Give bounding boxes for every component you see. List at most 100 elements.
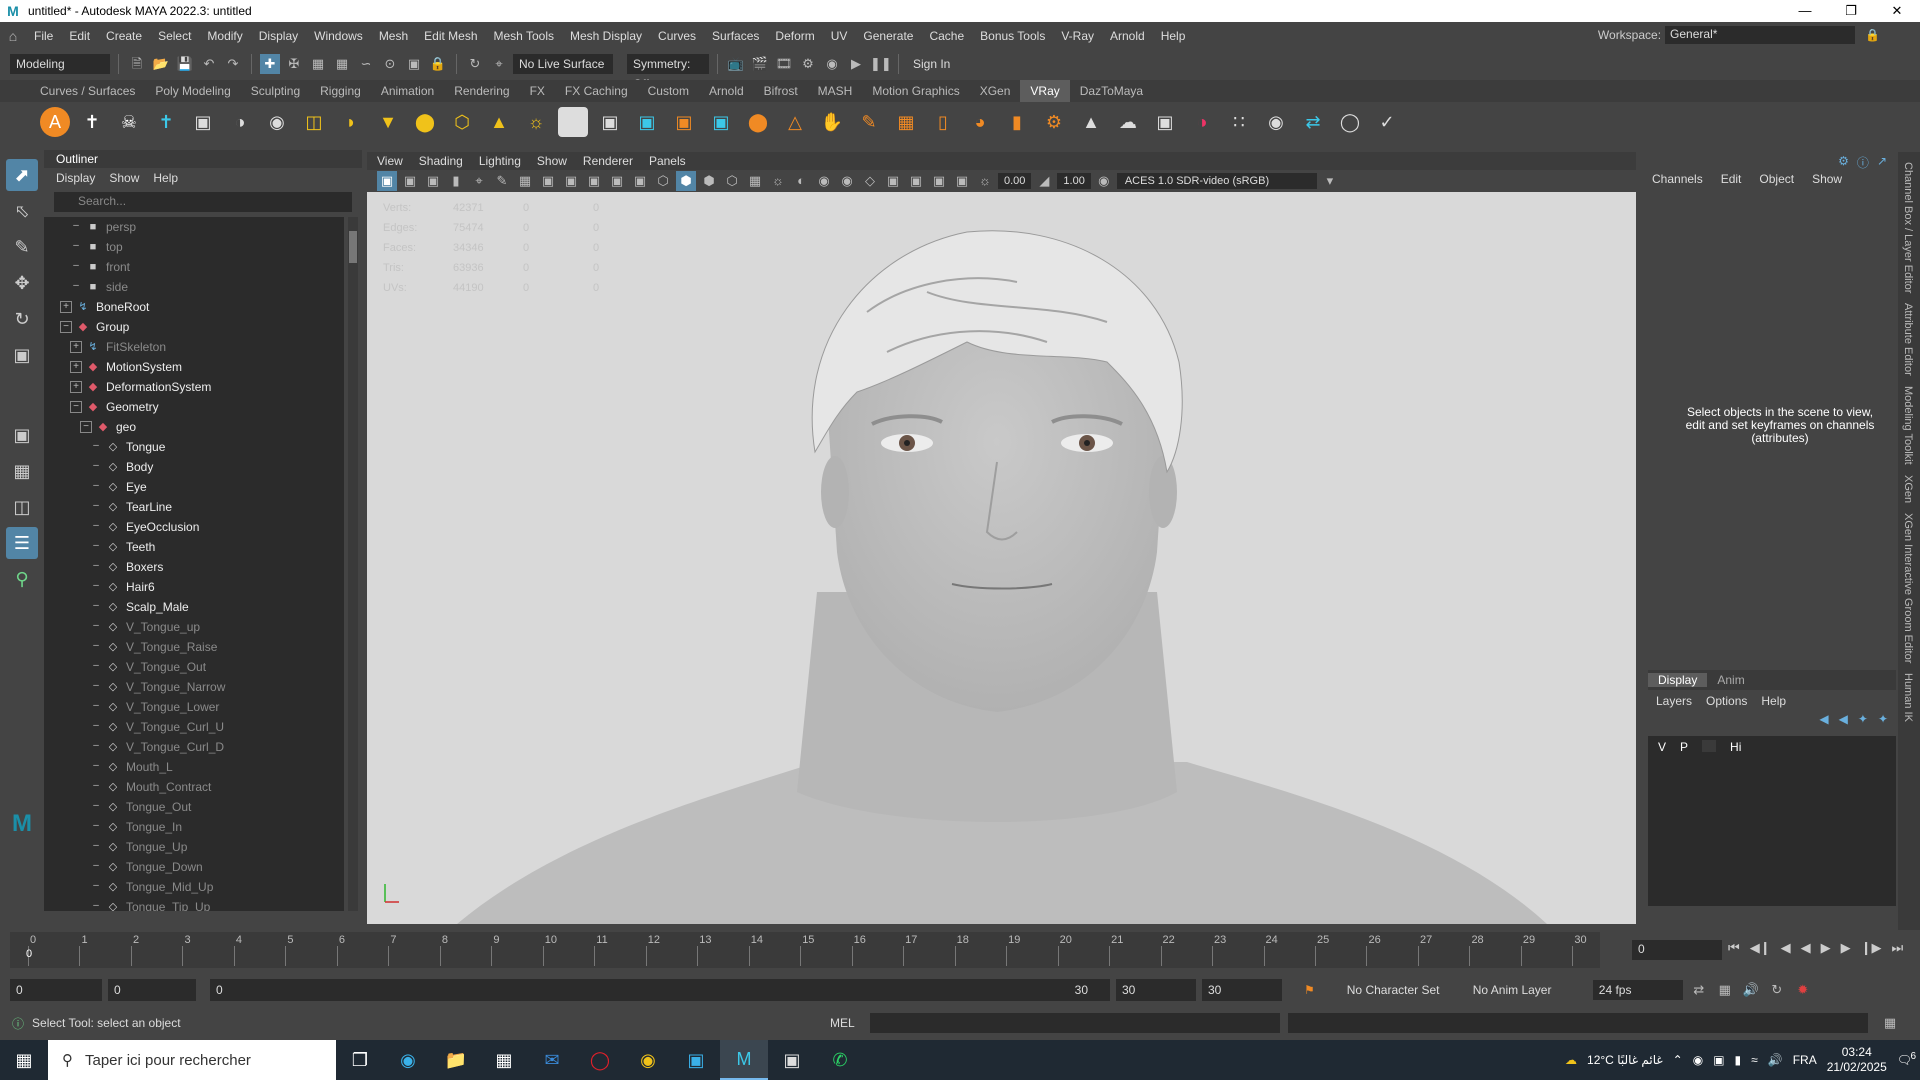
channel-box-help-icon[interactable]: ⓘ xyxy=(1857,154,1869,171)
weather-icon[interactable]: ☁ xyxy=(1565,1053,1577,1067)
go-to-start-icon[interactable]: ⏮ xyxy=(1728,940,1740,956)
sign-in-button[interactable]: Sign In xyxy=(907,54,1017,74)
vray-orange-sphere-icon[interactable]: ⬤ xyxy=(743,107,773,137)
new-layer-selected-icon[interactable]: ✦ xyxy=(1878,712,1888,726)
shelf-tab-rigging[interactable]: Rigging xyxy=(310,80,371,102)
vray-barrel-icon[interactable]: ▯ xyxy=(928,107,958,137)
smooth-shade-icon[interactable]: ⬢ xyxy=(676,171,696,191)
vray-render-elements-icon[interactable]: ▣ xyxy=(669,107,699,137)
vray-sphere-icon[interactable]: ◉ xyxy=(262,107,292,137)
vray-bulb-icon[interactable]: ◯ xyxy=(1335,107,1365,137)
vray-displacement-icon[interactable]: ▣ xyxy=(632,107,662,137)
vray-cloud-icon[interactable]: ☁ xyxy=(1113,107,1143,137)
channel-box-tools-icon[interactable]: ⚙ xyxy=(1838,154,1849,171)
live-surface-field[interactable]: No Live Surface xyxy=(513,54,613,74)
expand-toggle-icon[interactable]: − xyxy=(80,421,92,433)
outliner-item[interactable]: – ◇ V_Tongue_Raise xyxy=(44,637,344,657)
vray-plane-light-icon[interactable]: ▼ xyxy=(373,107,403,137)
rotate-tool-icon[interactable]: ↻ xyxy=(6,303,38,335)
vray-sphere-light-icon[interactable]: ⬤ xyxy=(410,107,440,137)
menuset-dropdown[interactable]: Modeling xyxy=(10,54,110,74)
outliner-item[interactable]: – ◇ Tongue_Tip_Up xyxy=(44,897,344,911)
edge-icon[interactable]: ◉ xyxy=(384,1040,432,1080)
ipr-render-icon[interactable]: 🎞 xyxy=(774,54,794,74)
shelf-tab-custom[interactable]: Custom xyxy=(638,80,699,102)
channelbox-menu-edit[interactable]: Edit xyxy=(1721,172,1742,186)
outliner-item[interactable]: – ◇ Mouth_Contract xyxy=(44,777,344,797)
right-tab[interactable]: Human IK xyxy=(1902,673,1914,722)
menu-mesh-display[interactable]: Mesh Display xyxy=(562,29,650,43)
menu-uv[interactable]: UV xyxy=(823,29,856,43)
vray-skull-icon[interactable]: ☠ xyxy=(114,107,144,137)
app-window-icon[interactable]: ▣ xyxy=(768,1040,816,1080)
shelf-tab-xgen[interactable]: XGen xyxy=(970,80,1021,102)
outliner-item[interactable]: − ◆ geo xyxy=(44,417,344,437)
shelf-tab-mash[interactable]: MASH xyxy=(808,80,863,102)
vray-cube-icon[interactable]: ▣ xyxy=(188,107,218,137)
outliner-item[interactable]: – ◇ V_Tongue_Curl_U xyxy=(44,717,344,737)
menu-cache[interactable]: Cache xyxy=(921,29,972,43)
close-button[interactable]: ✕ xyxy=(1874,0,1920,22)
outliner-item[interactable]: – ◇ EyeOcclusion xyxy=(44,517,344,537)
outliner-item[interactable]: – ◇ V_Tongue_Out xyxy=(44,657,344,677)
playback-start-field[interactable]: 0 xyxy=(108,979,196,1001)
image-plane-icon[interactable]: ▮ xyxy=(446,171,466,191)
channel-box-float-icon[interactable]: ↗ xyxy=(1877,154,1887,171)
film-gate-icon[interactable]: ▣ xyxy=(538,171,558,191)
anim-layer-dropdown[interactable]: No Anim Layer xyxy=(1466,980,1577,1000)
anti-aliasing-icon[interactable]: ◇ xyxy=(860,171,880,191)
grid-icon[interactable]: ▦ xyxy=(515,171,535,191)
restore-button[interactable]: ❐ xyxy=(1828,0,1874,22)
opera-icon[interactable]: ◯ xyxy=(576,1040,624,1080)
cache-icon[interactable]: ↻ xyxy=(1767,980,1787,1000)
select-camera-icon[interactable]: ▣ xyxy=(377,171,397,191)
vray-ies-light-icon[interactable]: ▲ xyxy=(484,107,514,137)
select-by-component-icon[interactable]: ▦ xyxy=(308,54,328,74)
menu-mesh-tools[interactable]: Mesh Tools xyxy=(486,29,562,43)
step-back-frame-icon[interactable]: ◀❙ xyxy=(1750,940,1771,956)
render-frame-icon[interactable]: 🎬 xyxy=(750,54,770,74)
outliner-search-input[interactable]: Search... xyxy=(54,192,352,212)
outliner-item[interactable]: + ◆ MotionSystem xyxy=(44,357,344,377)
menu-edit[interactable]: Edit xyxy=(61,29,98,43)
vray-grid-icon[interactable]: ▦ xyxy=(891,107,921,137)
single-view-icon[interactable]: ▣ xyxy=(6,419,38,451)
outliner-item[interactable]: – ◇ Tongue_Up xyxy=(44,837,344,857)
shadows-icon[interactable]: ◐ xyxy=(791,171,811,191)
gate-mask-icon[interactable]: ▣ xyxy=(584,171,604,191)
menu-create[interactable]: Create xyxy=(98,29,150,43)
menu-curves[interactable]: Curves xyxy=(650,29,704,43)
whatsapp-icon[interactable]: ✆ xyxy=(816,1040,864,1080)
make-live-icon[interactable]: ⌖ xyxy=(489,54,509,74)
xray-icon[interactable]: ▦ xyxy=(745,171,765,191)
outliner-item[interactable]: – ◇ Tongue_In xyxy=(44,817,344,837)
shelf-tab-fx[interactable]: FX xyxy=(520,80,555,102)
vray-sun-icon[interactable]: ✝ xyxy=(151,107,181,137)
shelf-tab-poly-modeling[interactable]: Poly Modeling xyxy=(145,80,240,102)
menu-mesh[interactable]: Mesh xyxy=(371,29,416,43)
right-tab[interactable]: Attribute Editor xyxy=(1902,303,1914,376)
view-transform-chevron-down-icon[interactable]: ▾ xyxy=(1320,171,1340,191)
layer-tab-anim[interactable]: Anim xyxy=(1707,673,1754,687)
move-layer-up-icon[interactable]: ◀ xyxy=(1819,712,1828,726)
shelf-tab-sculpting[interactable]: Sculpting xyxy=(241,80,310,102)
menu-arnold[interactable]: Arnold xyxy=(1102,29,1153,43)
select-by-object-icon[interactable]: ✠ xyxy=(284,54,304,74)
outliner-item[interactable]: – ■ persp xyxy=(44,217,344,237)
outliner-item[interactable]: – ◇ Hair6 xyxy=(44,577,344,597)
vray-proxy-icon[interactable]: ◫ xyxy=(299,107,329,137)
shelf-tab-animation[interactable]: Animation xyxy=(371,80,444,102)
menu-surfaces[interactable]: Surfaces xyxy=(704,29,767,43)
outliner-item[interactable]: – ■ side xyxy=(44,277,344,297)
outliner-item[interactable]: + ↯ BoneRoot xyxy=(44,297,344,317)
shelf-tab-arnold[interactable]: Arnold xyxy=(699,80,754,102)
go-to-end-icon[interactable]: ⏭ xyxy=(1891,940,1903,956)
record-icon[interactable]: ◉ xyxy=(1693,1053,1703,1067)
vray-tent-icon[interactable]: △ xyxy=(780,107,810,137)
outliner-item[interactable]: – ◇ Tongue_Out xyxy=(44,797,344,817)
vray-color-sphere-icon[interactable]: ◑ xyxy=(1187,107,1217,137)
viewport-menu-panels[interactable]: Panels xyxy=(649,154,686,168)
pause-icon[interactable]: ❚❚ xyxy=(870,54,892,74)
exposure-icon[interactable]: ☼ xyxy=(975,171,995,191)
render-view-icon[interactable]: 📺 xyxy=(726,54,746,74)
